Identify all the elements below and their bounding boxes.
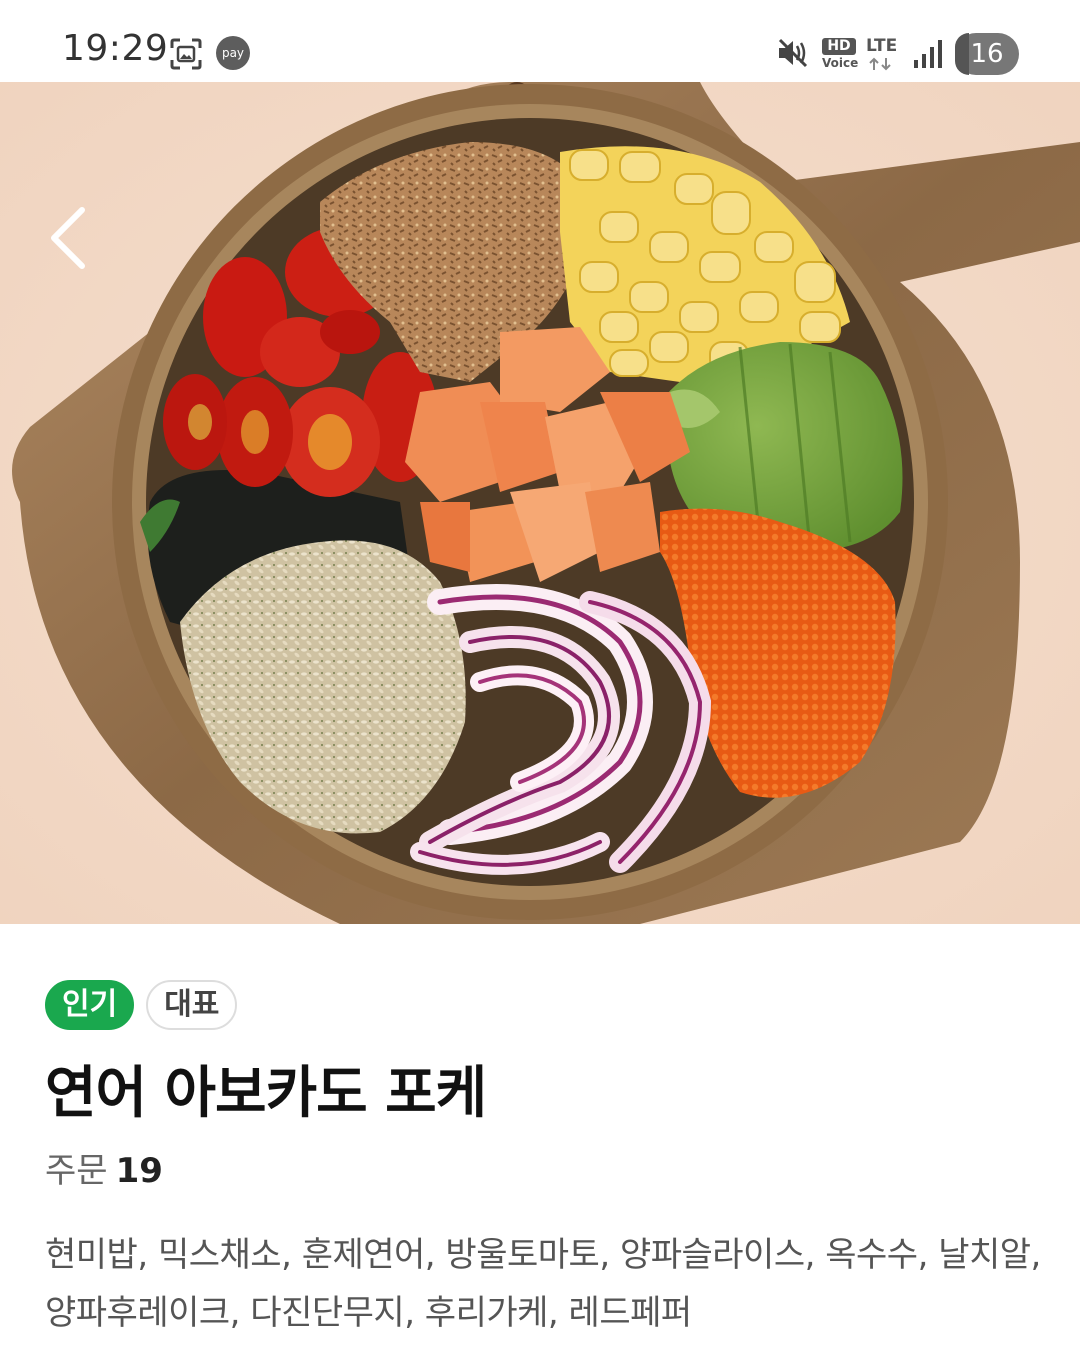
hd-voice-icon: HD Voice [822, 38, 859, 70]
poke-bowl-illustration [0, 82, 1080, 924]
signal-icon [912, 38, 944, 70]
chevron-left-icon [51, 207, 85, 269]
order-count: 19 [115, 1151, 163, 1191]
popular-badge: 인기 [45, 980, 135, 1030]
lte-icon: LTE [866, 36, 906, 72]
screenshot-icon [168, 36, 204, 72]
badge-group: 인기 대표 [45, 980, 238, 1030]
order-label: 주문 [45, 1151, 108, 1191]
pay-icon: pay [216, 36, 250, 70]
product-image [0, 82, 1080, 924]
status-bar: 19:29 pay HD Voice LTE 16 [0, 0, 1080, 82]
battery-level: 16 [970, 39, 1004, 69]
status-time: 19:29 [62, 28, 169, 69]
product-description: 현미밥, 믹스채소, 훈제연어, 방울토마토, 양파슬라이스, 옥수수, 날치알… [45, 1235, 1041, 1333]
product-title: 연어 아보카도 포케 [45, 1061, 487, 1126]
mute-icon [776, 36, 810, 70]
signature-badge: 대표 [146, 980, 238, 1030]
back-button[interactable] [36, 192, 106, 282]
battery-icon: 16 [955, 33, 1019, 75]
order-count-row: 주문 19 [45, 1143, 163, 1192]
